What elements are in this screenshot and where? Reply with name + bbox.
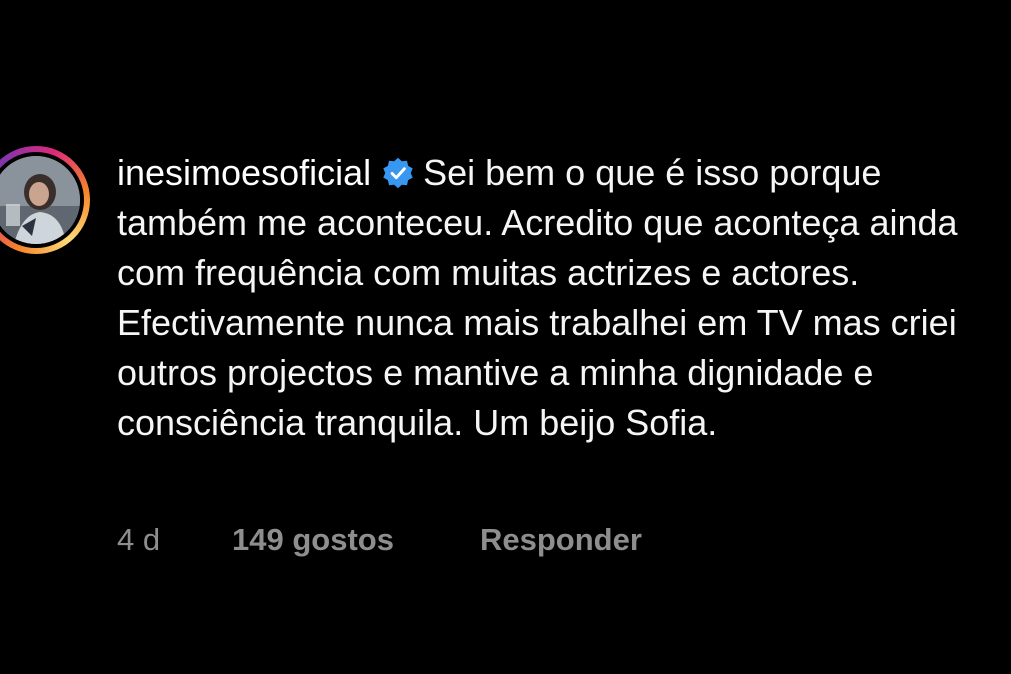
comment-username[interactable]: inesimoesoficial bbox=[117, 152, 371, 193]
comment-body: inesimoesoficial Sei bem o que é isso po… bbox=[117, 148, 997, 448]
verified-badge-icon bbox=[383, 157, 413, 189]
comment-text: Sei bem o que é isso porque também me ac… bbox=[117, 152, 958, 443]
comment-timestamp: 4 d bbox=[117, 522, 161, 557]
story-ring[interactable] bbox=[0, 146, 90, 254]
avatar-image bbox=[0, 156, 80, 244]
comment-screen: inesimoesoficial Sei bem o que é isso po… bbox=[0, 0, 1011, 674]
comment-meta: 4 d 149 gostos Responder bbox=[117, 522, 642, 558]
likes-count[interactable]: 149 gostos bbox=[232, 522, 480, 558]
avatar[interactable] bbox=[0, 156, 80, 244]
reply-button[interactable]: Responder bbox=[480, 522, 642, 558]
